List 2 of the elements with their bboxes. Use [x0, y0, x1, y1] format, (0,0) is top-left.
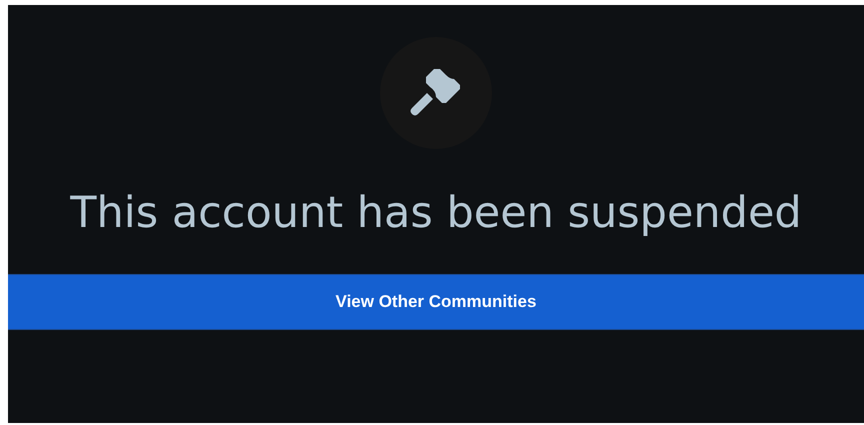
- suspension-heading: This account has been suspended: [70, 187, 802, 240]
- view-communities-button[interactable]: View Other Communities: [8, 274, 864, 330]
